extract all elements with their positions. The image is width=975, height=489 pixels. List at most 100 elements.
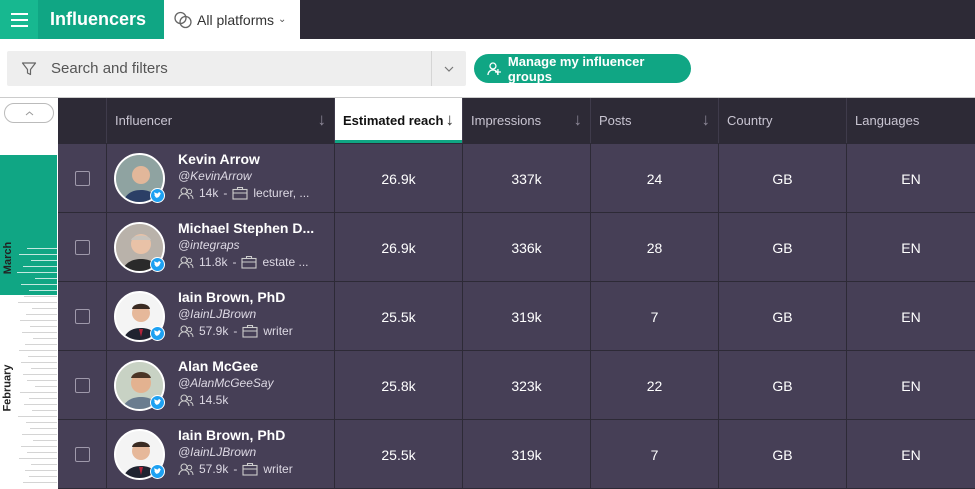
row-checkbox[interactable] [74, 171, 90, 186]
sort-arrow-icon[interactable]: ↓ [446, 110, 455, 130]
influencer-handle: @IainLJBrown [178, 307, 257, 321]
timeline-tick [31, 368, 57, 369]
search-dropdown-toggle[interactable] [431, 51, 466, 86]
influencer-name[interactable]: Kevin Arrow [178, 151, 328, 167]
timeline-tick [28, 356, 57, 357]
timeline-tick [18, 416, 57, 417]
row-checkbox-cell [58, 213, 107, 282]
row-checkbox[interactable] [74, 240, 90, 255]
country-cell: GB [719, 144, 847, 213]
occupation: writer [263, 462, 293, 476]
chevron-up-icon [25, 110, 33, 115]
search-bar[interactable]: Search and filters [7, 51, 466, 86]
impressions-cell: 336k [463, 213, 591, 282]
influencer-cell[interactable]: Kevin Arrow @KevinArrow 14k - lecturer, … [107, 144, 335, 213]
twitter-icon [150, 395, 165, 410]
influencer-name[interactable]: Iain Brown, PhD [178, 289, 328, 305]
month-label-march: March [2, 241, 14, 275]
column-header-influencer[interactable]: Influencer ↓ [107, 98, 335, 143]
influencer-meta: 57.9k - writer [178, 462, 293, 476]
timeline-tick [32, 410, 57, 411]
follower-count: 11.8k [199, 255, 228, 269]
influencer-handle: @IainLJBrown [178, 445, 257, 459]
sort-arrow-icon[interactable]: ↓ [702, 110, 711, 130]
timeline-tick [19, 350, 57, 351]
row-checkbox[interactable] [74, 309, 90, 324]
timeline-tick [33, 440, 57, 441]
timeline-tick [19, 458, 57, 459]
row-checkbox[interactable] [74, 447, 90, 462]
country-cell: GB [719, 282, 847, 351]
column-header-languages[interactable]: Languages [847, 98, 975, 143]
row-checkbox[interactable] [74, 378, 90, 393]
timeline-tick [23, 374, 57, 375]
language-cell: EN [901, 377, 921, 394]
posts-cell: 7 [591, 420, 719, 489]
twitter-icon [150, 326, 165, 341]
country-cell: GB [719, 420, 847, 489]
timeline-tick [20, 320, 57, 321]
followers-icon [178, 462, 194, 475]
manage-groups-button[interactable]: Manage my influencer groups [474, 54, 691, 84]
sort-arrow-icon[interactable]: ↓ [574, 110, 583, 130]
timeline-tick [25, 470, 57, 471]
impressions-cell: 319k [463, 282, 591, 351]
table-header: Influencer ↓ Estimated reach ↓ Impressio… [58, 98, 975, 143]
timeline-tick [29, 290, 57, 291]
influencer-table: Influencer ↓ Estimated reach ↓ Impressio… [58, 98, 975, 489]
posts-cell: 28 [591, 213, 719, 282]
influencer-name[interactable]: Michael Stephen D... [178, 220, 328, 236]
table-row[interactable]: Iain Brown, PhD @IainLJBrown 57.9k - wri… [58, 281, 975, 351]
column-header-country[interactable]: Country [719, 98, 847, 143]
column-header-impressions[interactable]: Impressions ↓ [463, 98, 591, 143]
estimated-reach-cell: 25.8k [335, 351, 463, 420]
timeline-sidebar[interactable]: March February [0, 98, 58, 489]
impressions-cell: 319k [463, 420, 591, 489]
influencer-cell[interactable]: Iain Brown, PhD @IainLJBrown 57.9k - wri… [107, 282, 335, 351]
occupation: writer [263, 324, 293, 338]
timeline-tick [21, 446, 57, 447]
table-row[interactable]: Alan McGee @AlanMcGeeSay 14.5k 25.8k 323… [58, 350, 975, 420]
group-icon [487, 61, 501, 75]
timeline-tick [19, 254, 57, 255]
influencer-cell[interactable]: Alan McGee @AlanMcGeeSay 14.5k [107, 351, 335, 420]
column-header-estimated-reach[interactable]: Estimated reach ↓ [335, 98, 463, 143]
timeline-tick [30, 428, 57, 429]
impressions-cell: 337k [463, 144, 591, 213]
search-input[interactable]: Search and filters [51, 60, 431, 77]
timeline-tick [27, 248, 57, 249]
language-cell: EN [901, 446, 921, 463]
column-header-posts[interactable]: Posts ↓ [591, 98, 719, 143]
table-row[interactable]: Kevin Arrow @KevinArrow 14k - lecturer, … [58, 143, 975, 213]
timeline-tick [27, 380, 57, 381]
followers-icon [178, 255, 194, 268]
influencer-cell[interactable]: Iain Brown, PhD @IainLJBrown 57.9k - wri… [107, 420, 335, 489]
timeline-tick [23, 266, 57, 267]
table-row[interactable]: Michael Stephen D... @integraps 11.8k - … [58, 212, 975, 282]
influencer-handle: @KevinArrow [178, 169, 252, 183]
timeline-tick [24, 404, 57, 405]
table-row[interactable]: Iain Brown, PhD @IainLJBrown 57.9k - wri… [58, 419, 975, 489]
timeline-tick [27, 452, 57, 453]
country-cell: GB [719, 213, 847, 282]
menu-icon[interactable] [0, 0, 38, 39]
posts-cell: 22 [591, 351, 719, 420]
briefcase-icon [241, 255, 258, 269]
twitter-icon [150, 188, 165, 203]
influencer-name[interactable]: Alan McGee [178, 358, 328, 374]
influencer-handle: @AlanMcGeeSay [178, 376, 274, 390]
influencer-handle: @integraps [178, 238, 240, 252]
timeline-tick [35, 386, 57, 387]
twitter-icon [150, 464, 165, 479]
top-bar: Influencers All platforms ⌄ [0, 0, 975, 39]
platform-selector[interactable]: All platforms ⌄ [164, 0, 300, 39]
timeline-tick [23, 482, 57, 483]
collapse-up-button[interactable] [4, 103, 54, 123]
timeline-tick [20, 392, 57, 393]
language-cell: EN [901, 239, 921, 256]
sort-arrow-icon[interactable]: ↓ [318, 110, 327, 130]
follower-count: 57.9k [199, 324, 229, 338]
influencer-cell[interactable]: Michael Stephen D... @integraps 11.8k - … [107, 213, 335, 282]
timeline-tick [24, 296, 57, 297]
influencer-name[interactable]: Iain Brown, PhD [178, 427, 328, 443]
